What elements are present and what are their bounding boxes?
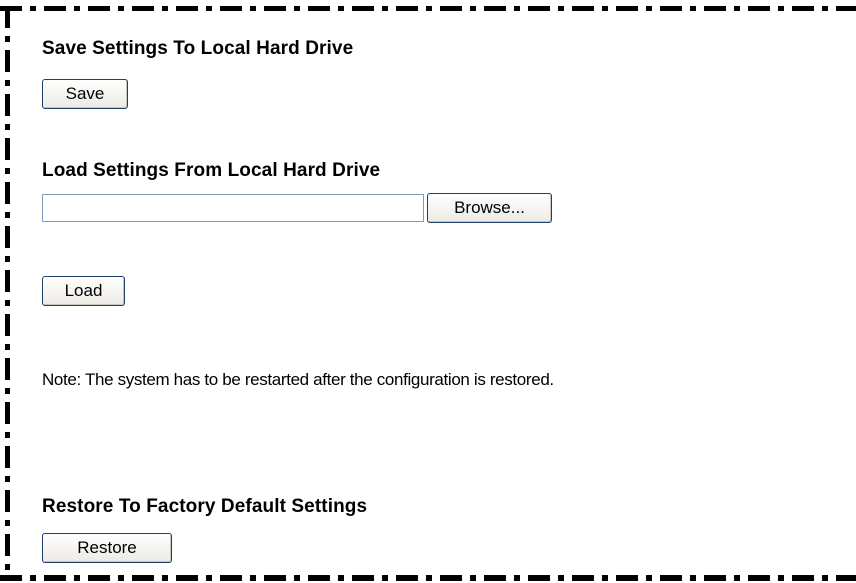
browse-button[interactable]: Browse... <box>427 193 552 223</box>
restart-note: Note: The system has to be restarted aft… <box>42 370 554 389</box>
restore-defaults-heading: Restore To Factory Default Settings <box>42 496 368 517</box>
restore-button[interactable]: Restore <box>42 533 172 563</box>
dashed-border-bottom <box>0 575 856 581</box>
dashed-border-left <box>5 6 10 581</box>
dashed-border-top <box>0 6 856 11</box>
load-settings-heading: Load Settings From Local Hard Drive <box>42 160 381 181</box>
save-settings-heading: Save Settings To Local Hard Drive <box>42 38 354 59</box>
file-path-input[interactable] <box>42 194 424 222</box>
save-button[interactable]: Save <box>42 79 128 109</box>
load-button[interactable]: Load <box>42 276 125 306</box>
